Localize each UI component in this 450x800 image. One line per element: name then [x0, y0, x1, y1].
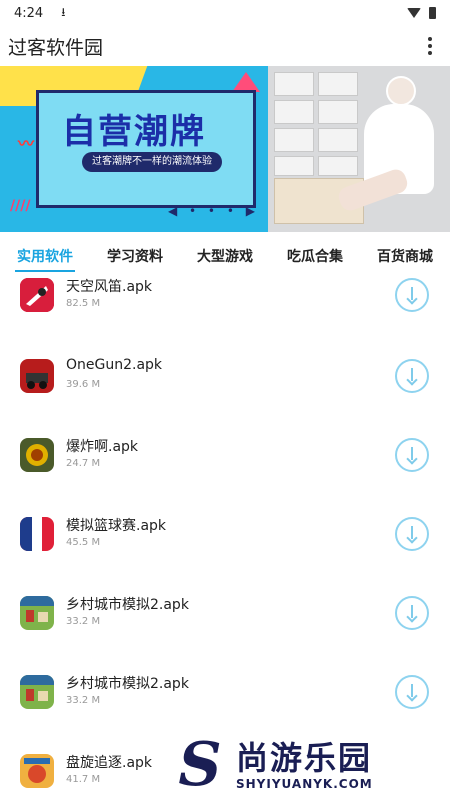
download-arrow-icon [406, 605, 418, 623]
download-arrow-icon [406, 526, 418, 544]
download-status-icon: ⭳ [61, 4, 66, 19]
app-size: 24.7 M [66, 458, 101, 469]
sky-flute-app-icon [20, 278, 54, 312]
basketball-app-icon [20, 517, 54, 551]
stripe-decoration: //// [10, 198, 31, 214]
app-size: 39.6 M [66, 379, 101, 390]
download-button[interactable] [395, 278, 429, 312]
app-name: 爆炸啊.apk [66, 439, 139, 455]
carousel-dots: ◀ • • • ▶ [168, 204, 259, 218]
app-name: 盘旋追逐.apk [66, 755, 153, 771]
spiral-chase-app-icon [20, 754, 54, 788]
banner-photo [268, 66, 450, 232]
list-item[interactable]: 天空风笛.apk 82.5 M [0, 276, 450, 355]
app-name: 乡村城市模拟2.apk [66, 597, 189, 613]
tab-gossip-collection[interactable]: 吃瓜合集 [285, 238, 345, 274]
site-watermark: S 尚游乐园 SHYIYUANYK.COM [170, 730, 450, 800]
watermark-cn: 尚游乐园 [236, 739, 373, 777]
download-arrow-icon [406, 287, 418, 305]
app-bar: 过客软件园 [0, 26, 450, 66]
tab-large-games[interactable]: 大型游戏 [195, 238, 255, 274]
banner-tagline: 过客潮牌不一样的潮流体验 [82, 152, 222, 172]
app-size: 45.5 M [66, 537, 101, 548]
watermark-en: SHYIYUANYK.COM [236, 777, 373, 791]
download-button[interactable] [395, 596, 429, 630]
promo-banner[interactable]: 〰 自营潮牌 过客潮牌不一样的潮流体验 //// ◀ • • • ▶ [0, 66, 450, 232]
app-name: 乡村城市模拟2.apk [66, 676, 189, 692]
download-button[interactable] [395, 517, 429, 551]
app-title: 过客软件园 [8, 36, 104, 59]
zigzag-decoration: 〰 [18, 134, 35, 153]
battery-icon [429, 7, 436, 19]
status-time: 4:24 [14, 5, 44, 21]
app-size: 33.2 M [66, 616, 101, 627]
explosion-app-icon [20, 438, 54, 472]
list-item[interactable]: OneGun2.apk 39.6 M [0, 355, 450, 434]
village-city-app-icon [20, 596, 54, 630]
category-tabs: 实用软件 学习资料 大型游戏 吃瓜合集 百货商城 [0, 236, 450, 276]
list-item[interactable]: 模拟篮球赛.apk 45.5 M [0, 513, 450, 592]
tab-practical-software[interactable]: 实用软件 [15, 238, 75, 274]
more-options-icon[interactable] [418, 30, 442, 62]
app-size: 41.7 M [66, 774, 101, 785]
download-arrow-icon [406, 447, 418, 465]
app-name: 模拟篮球赛.apk [66, 518, 167, 534]
app-size: 33.2 M [66, 695, 101, 706]
download-button[interactable] [395, 438, 429, 472]
status-bar: 4:24 ⭳ [0, 0, 450, 26]
tab-study-materials[interactable]: 学习资料 [105, 238, 165, 274]
download-button[interactable] [395, 359, 429, 393]
download-arrow-icon [406, 368, 418, 386]
wifi-icon [407, 8, 421, 18]
watermark-logo: S [178, 730, 222, 800]
banner-headline: 自营潮牌 [62, 112, 206, 152]
download-arrow-icon [406, 684, 418, 702]
download-button[interactable] [395, 675, 429, 709]
list-item[interactable]: 乡村城市模拟2.apk 33.2 M [0, 592, 450, 671]
app-name: 天空风笛.apk [66, 279, 153, 295]
onegun2-app-icon [20, 359, 54, 393]
app-name: OneGun2.apk [66, 357, 163, 373]
banner-graphic: 〰 自营潮牌 过客潮牌不一样的潮流体验 //// ◀ • • • ▶ [0, 66, 268, 232]
list-item[interactable]: 爆炸啊.apk 24.7 M [0, 434, 450, 513]
tab-department-store[interactable]: 百货商城 [375, 238, 435, 274]
village-city-app-icon [20, 675, 54, 709]
app-size: 82.5 M [66, 298, 101, 309]
